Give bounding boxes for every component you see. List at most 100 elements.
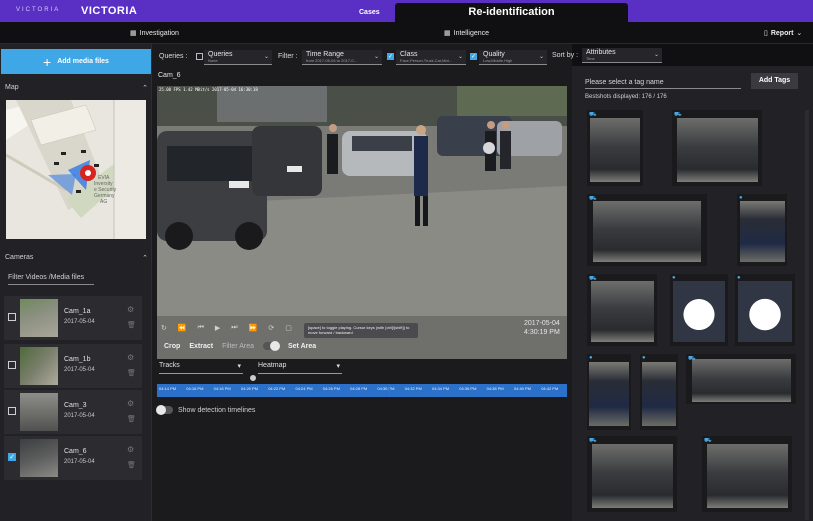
- video-player[interactable]: 25.00 FPS 1.42 MBit/s 2017-05-04 16:30:1…: [157, 86, 567, 359]
- quality-checkbox[interactable]: ✓: [470, 53, 477, 60]
- bestshot-image: [706, 443, 788, 509]
- filter-label: Filter :: [278, 53, 298, 60]
- trash-icon[interactable]: 🗑: [127, 461, 136, 469]
- step-back-icon[interactable]: ⏮: [198, 324, 204, 332]
- bestshot-tile[interactable]: ⛟: [672, 110, 762, 186]
- person-icon: ●: [737, 275, 741, 281]
- camera-checkbox[interactable]: [8, 313, 16, 321]
- heatmap-dropdown[interactable]: Heatmap ▾: [258, 362, 342, 374]
- chevron-down-icon: ⌄: [538, 54, 544, 60]
- time-range-value: Time Range: [306, 51, 344, 58]
- bestshot-tile[interactable]: ●: [670, 274, 728, 346]
- queries-dropdown[interactable]: Queries None ⌄: [204, 50, 272, 65]
- refresh-icon[interactable]: ⟳: [268, 324, 274, 332]
- gear-icon[interactable]: ⚙: [127, 353, 134, 362]
- forward-fast-icon[interactable]: ⏩: [249, 324, 258, 332]
- bestshot-tile[interactable]: ⛟: [686, 354, 796, 404]
- report-menu[interactable]: ▯ Report ⌄: [764, 29, 802, 38]
- chevron-up-icon: ⌃: [142, 85, 148, 92]
- add-media-label: Add media files: [57, 58, 109, 65]
- quality-dropdown[interactable]: Quality Low,Middle,High ⌄: [479, 50, 547, 65]
- svg-text:AG: AG: [100, 199, 107, 205]
- chevron-down-icon: ▾: [336, 363, 340, 370]
- gear-icon[interactable]: ⚙: [127, 305, 134, 314]
- bestshot-tile[interactable]: ⛟: [587, 436, 677, 512]
- timeline-playhead-handle[interactable]: [250, 375, 256, 381]
- nav-intelligence[interactable]: ▦ Intelligence: [444, 29, 489, 38]
- snapshot-icon[interactable]: ▢: [285, 324, 292, 332]
- rewind-fast-icon[interactable]: ⏪: [178, 324, 187, 332]
- timeline-tick-label: 04:40 PM: [513, 386, 532, 391]
- video-camera-title: Cam_6: [158, 72, 181, 79]
- person-icon: ●: [739, 195, 743, 201]
- bestshot-tile[interactable]: ●: [640, 354, 678, 430]
- bestshot-tile[interactable]: ●: [735, 274, 795, 346]
- gear-icon[interactable]: ⚙: [127, 445, 134, 454]
- show-detection-label: Show detection timelines: [178, 406, 256, 414]
- tag-name-select[interactable]: Please select a tag name: [585, 79, 741, 89]
- bestshot-image: [739, 201, 785, 263]
- filter-media-input[interactable]: Filter Videos /Media files: [8, 274, 94, 285]
- add-media-files-button[interactable]: + Add media files: [1, 49, 151, 74]
- bestshot-tile[interactable]: ⛟: [587, 110, 643, 186]
- gear-icon[interactable]: ⚙: [127, 399, 134, 408]
- sort-dropdown[interactable]: Attributes Time ⌄: [582, 48, 662, 63]
- trash-icon[interactable]: 🗑: [127, 415, 136, 423]
- map-view[interactable]: EVIA Inversity e Security Germany AG: [6, 100, 146, 239]
- timeline-tick-label: 04:16 PM: [186, 386, 204, 391]
- camera-checkbox[interactable]: [8, 407, 16, 415]
- class-checkbox[interactable]: ✓: [387, 53, 394, 60]
- timeline-bar[interactable]: 04:14 PM 04:16 PM 04:18 PM 04:20 PM 04:22 PM…: [157, 384, 567, 397]
- extract-button[interactable]: Extract: [189, 343, 213, 350]
- queries-dropdown-value: Queries: [208, 51, 233, 58]
- trash-icon[interactable]: 🗑: [127, 369, 136, 377]
- class-dropdown[interactable]: Class Face,Person,Truck,Car,Mot... ⌄: [396, 50, 466, 65]
- nav-investigation[interactable]: ▦ Investigation: [130, 29, 179, 38]
- bestshot-tile[interactable]: ⛟: [587, 194, 707, 266]
- camera-item[interactable]: Cam_1b 2017-05-04 ⚙ 🗑: [4, 344, 142, 388]
- camera-item[interactable]: Cam_3 2017-05-04 ⚙ 🗑: [4, 390, 142, 434]
- tracks-value: Tracks: [159, 362, 180, 369]
- investigation-icon: ▦: [130, 30, 137, 37]
- map-section-header[interactable]: Map ⌃: [5, 84, 148, 92]
- step-forward-icon[interactable]: ⏭: [231, 324, 237, 332]
- camera-item[interactable]: ✓ Cam_6 2017-05-04 ⚙ 🗑: [4, 436, 142, 480]
- trash-icon[interactable]: 🗑: [127, 321, 136, 329]
- add-tags-button[interactable]: Add Tags: [751, 73, 798, 89]
- camera-item[interactable]: Cam_1a 2017-05-04 ⚙ 🗑: [4, 296, 142, 340]
- loop-icon[interactable]: ↻: [161, 324, 167, 332]
- person-icon: ●: [589, 355, 593, 361]
- bestshot-image: [593, 201, 701, 263]
- camera-name: Cam_1a: [64, 308, 91, 315]
- intelligence-icon: ▦: [444, 30, 451, 37]
- cameras-section-header[interactable]: Cameras ⌃: [5, 254, 148, 262]
- map-drawing: EVIA Inversity e Security Germany AG: [6, 100, 146, 239]
- camera-checkbox[interactable]: [8, 361, 16, 369]
- logo: VICTORIA: [16, 7, 61, 13]
- tab-cases[interactable]: Cases: [359, 9, 380, 16]
- timeline-tick-label: 04:34 PM: [432, 386, 450, 391]
- set-area-button[interactable]: Set Area: [288, 343, 316, 350]
- tracks-dropdown[interactable]: Tracks ▾: [159, 362, 243, 374]
- time-range-dropdown[interactable]: Time Range from 2017-05-04 to 2017-0... …: [302, 50, 382, 65]
- bestshot-tile[interactable]: ⛟: [702, 436, 792, 512]
- camera-checkbox[interactable]: ✓: [8, 453, 16, 461]
- filter-area-toggle[interactable]: [262, 341, 280, 351]
- bestshots-scrollbar[interactable]: [805, 110, 809, 520]
- bestshot-tile[interactable]: ⛟: [587, 274, 657, 346]
- bestshot-tile[interactable]: ●: [737, 194, 787, 266]
- chevron-up-icon: ⌃: [142, 255, 148, 262]
- timeline-tick-label: 04:26 PM: [322, 386, 340, 391]
- camera-thumbnail: [20, 393, 58, 431]
- timeline-tick-label: 04:22 PM: [268, 386, 286, 391]
- person-icon: ●: [672, 275, 676, 281]
- cameras-label: Cameras: [5, 254, 34, 261]
- queries-checkbox[interactable]: [196, 53, 203, 60]
- camera-date: 2017-05-04: [64, 459, 95, 465]
- queries-label: Queries :: [159, 53, 188, 60]
- crop-button[interactable]: Crop: [164, 343, 180, 350]
- play-icon[interactable]: ▶: [215, 324, 220, 332]
- show-detection-toggle[interactable]: [156, 405, 173, 415]
- bestshot-tile[interactable]: ●: [587, 354, 631, 430]
- crop-toolbar: Crop Extract Filter Area Set Area: [164, 341, 316, 351]
